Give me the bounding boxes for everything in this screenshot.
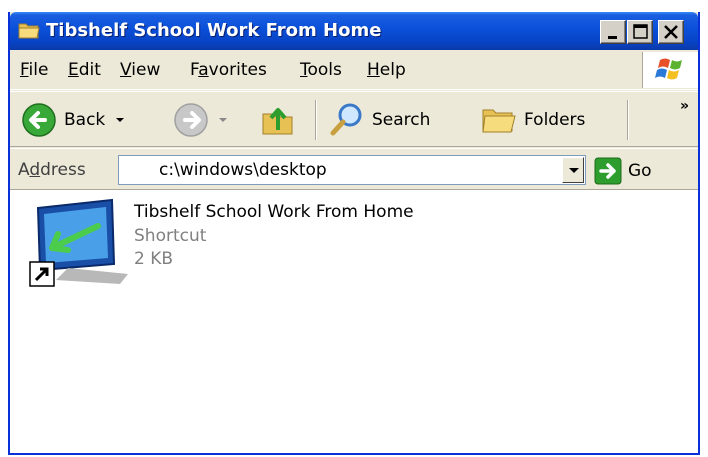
menu-favorites[interactable]: Favorites (190, 60, 267, 80)
toolbar: Back Search Folders » (10, 91, 698, 147)
menu-favorites-accel: a (198, 60, 209, 80)
window-title: Tibshelf School Work From Home (46, 20, 382, 41)
menu-edit-label: dit (78, 60, 101, 80)
address-dropdown-button[interactable] (562, 157, 584, 183)
go-button[interactable]: Go (594, 156, 652, 186)
back-button[interactable]: Back (20, 101, 127, 139)
maximize-button[interactable] (627, 20, 653, 44)
menu-file[interactable]: File (20, 60, 48, 80)
file-name: Tibshelf School Work From Home (134, 202, 414, 222)
folders-label: Folders (524, 110, 586, 130)
search-button[interactable]: Search (328, 101, 430, 139)
toolbar-separator (315, 100, 317, 140)
menu-help-label: elp (379, 60, 406, 80)
menu-view[interactable]: View (120, 60, 160, 80)
address-label-accel: d (29, 160, 41, 180)
go-label: Go (628, 161, 652, 181)
up-folder-icon (262, 108, 293, 135)
menu-help-accel: H (367, 60, 380, 80)
list-item[interactable]: Tibshelf School Work From Home Shortcut … (28, 198, 468, 288)
address-input[interactable]: c:\windows\desktop (118, 155, 586, 185)
windows-logo-icon (655, 58, 682, 80)
forward-button[interactable] (172, 101, 230, 139)
shortcut-computer-icon (29, 198, 128, 287)
file-size: 2 KB (134, 249, 174, 269)
forward-dropdown-icon (219, 118, 227, 122)
search-icon (330, 103, 362, 136)
minimize-button[interactable] (600, 20, 626, 44)
menu-bar: File Edit View Favorites Tools Help (10, 50, 698, 90)
go-arrow-icon (594, 157, 622, 185)
windows-logo-area (642, 52, 698, 88)
back-dropdown-icon (116, 118, 125, 122)
menu-file-accel: F (20, 60, 29, 80)
folders-button[interactable]: Folders (480, 101, 585, 139)
menu-view-accel: V (120, 60, 132, 80)
menu-view-label: iew (131, 60, 161, 80)
back-label: Back (64, 110, 106, 130)
folders-icon (482, 109, 516, 133)
menu-favorites-label: vorites (208, 60, 267, 80)
close-icon (664, 25, 678, 39)
menu-file-label: ile (28, 60, 49, 80)
menu-help[interactable]: Help (367, 60, 406, 80)
up-folder-button[interactable] (260, 101, 296, 139)
search-label: Search (372, 110, 431, 130)
title-bar[interactable]: Tibshelf School Work From Home (10, 12, 698, 50)
forward-arrow-icon (174, 103, 208, 137)
menu-favorites-pre: F (190, 60, 199, 80)
address-label: Address (18, 160, 86, 180)
toolbar-separator-2 (627, 100, 629, 140)
close-button[interactable] (658, 20, 684, 44)
menu-tools-label: ools (307, 60, 342, 80)
address-label-pre: A (18, 160, 30, 180)
back-arrow-icon (22, 103, 56, 137)
address-label-rest: dress (40, 160, 86, 180)
explorer-window: Tibshelf School Work From Home File Edit… (8, 12, 700, 455)
folder-icon (18, 23, 40, 39)
toolbar-overflow-button[interactable]: » (680, 98, 689, 114)
menu-tools-accel: T (300, 60, 308, 80)
chevron-down-icon (569, 168, 579, 173)
menu-edit[interactable]: Edit (68, 60, 101, 80)
file-list: Tibshelf School Work From Home Shortcut … (10, 190, 698, 453)
address-bar: Address c:\windows\desktop Go (10, 148, 698, 190)
minimize-icon (608, 36, 617, 39)
menu-tools[interactable]: Tools (300, 60, 342, 80)
menu-edit-accel: E (68, 60, 79, 80)
maximize-icon (633, 24, 648, 39)
file-type: Shortcut (134, 226, 207, 246)
